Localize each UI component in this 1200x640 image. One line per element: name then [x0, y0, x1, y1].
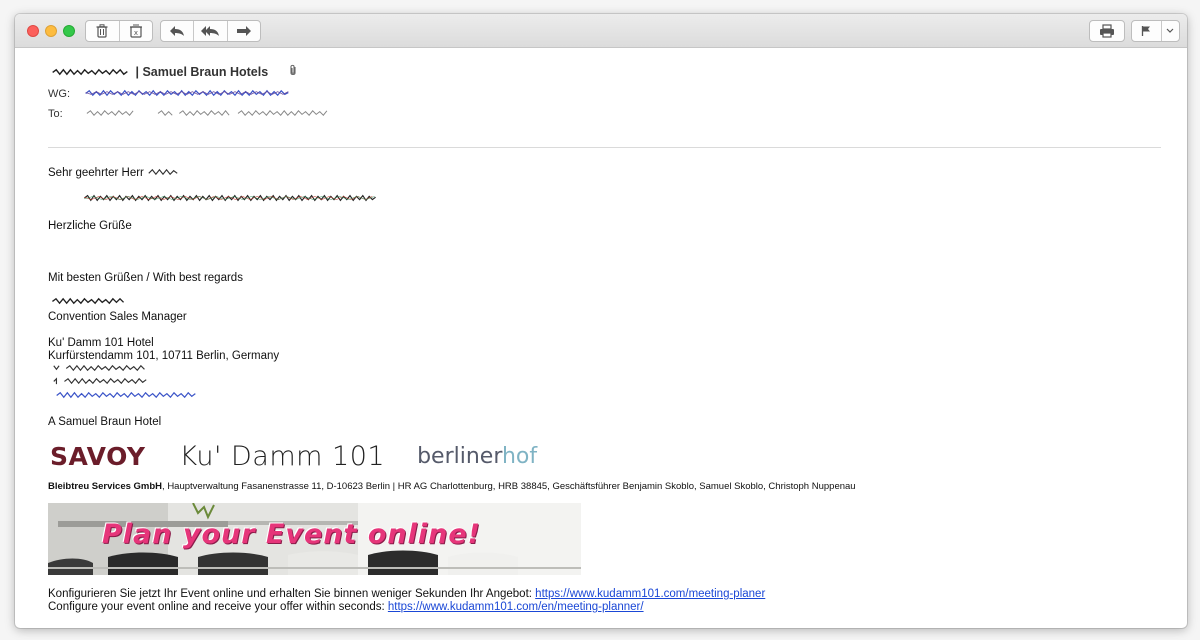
trash-icon [96, 24, 108, 38]
reply-button[interactable] [161, 21, 193, 41]
to-line: To: [48, 108, 346, 120]
print-icon [1100, 24, 1114, 38]
paperclip-icon[interactable] [288, 64, 298, 77]
reply-icon [170, 26, 185, 36]
legal-details: , Hauptverwaltung Fasanenstrasse 11, D-1… [162, 481, 856, 492]
meeting-planer-link[interactable]: https://www.kudamm101.com/meeting-planer [535, 588, 765, 600]
toolbar: x [15, 14, 1187, 48]
delete-junk-group: x [85, 20, 153, 42]
to-label: To: [48, 108, 63, 120]
wg-label: WG: [48, 88, 70, 100]
redacted-message [84, 194, 376, 202]
berlinerhof-logo-part1: berliner [417, 443, 502, 469]
minimize-window-button[interactable] [45, 25, 57, 37]
forward-icon [236, 26, 251, 36]
redacted-sender [52, 68, 128, 76]
redacted-fax [53, 377, 147, 385]
svg-text:x: x [134, 29, 138, 37]
banner-headline: Plan your Event online! [102, 519, 481, 550]
wg-line: WG: [48, 88, 301, 100]
reply-all-icon [201, 26, 220, 36]
redacted-name [148, 168, 178, 176]
legal-footer: Bleibtreu Services GmbH, Hauptverwaltung… [48, 481, 856, 492]
signoff-text: Mit besten Grüßen / With best regards [48, 272, 243, 284]
greeting-text: Sehr geehrter Herr [48, 167, 144, 179]
redacted-phone-line [48, 363, 152, 376]
hotel-address: Kurfürstendamm 101, 10711 Berlin, German… [48, 350, 280, 362]
redacted-phone [53, 364, 145, 372]
hotel-logos: SAVOY Ku' Damm 101 berlinerhof [50, 440, 537, 472]
redacted-fax-line [48, 376, 152, 389]
redacted-signature-name [52, 297, 125, 305]
flag-group [1131, 20, 1180, 42]
redacted-message-line [48, 193, 412, 206]
redacted-wg-recipients[interactable] [73, 89, 301, 97]
subject-line: | Samuel Braun Hotels [48, 65, 268, 79]
event-banner[interactable]: Plan your Event online! [48, 503, 581, 575]
mail-window: x | Samuel Braun Hotels WG: To: Sehr gee… [15, 14, 1187, 628]
regards-text: Herzliche Grüße [48, 220, 132, 232]
redacted-signature-name-line [48, 296, 128, 309]
cta-en-line: Configure your event online and receive … [48, 601, 644, 614]
redacted-email-line [48, 390, 204, 403]
berlinerhof-logo-part2: hof [501, 443, 538, 469]
junk-button[interactable]: x [120, 21, 153, 41]
flag-icon [1142, 26, 1151, 36]
header-divider [48, 147, 1161, 148]
redacted-email[interactable] [48, 391, 204, 399]
zoom-window-button[interactable] [63, 25, 75, 37]
kudamm-logo[interactable]: Ku' Damm 101 [180, 441, 386, 472]
print-button[interactable] [1089, 20, 1125, 42]
redacted-to-recipients[interactable] [66, 109, 346, 117]
berlinerhof-logo[interactable]: berlinerhof [417, 444, 537, 469]
close-window-button[interactable] [27, 25, 39, 37]
brand-line: A Samuel Braun Hotel [48, 416, 162, 428]
meeting-planner-en-link[interactable]: https://www.kudamm101.com/en/meeting-pla… [388, 601, 644, 613]
hotel-name: Ku' Damm 101 Hotel [48, 337, 154, 349]
greeting-line: Sehr geehrter Herr [48, 167, 179, 180]
chevron-down-icon [1166, 28, 1174, 33]
flag-button[interactable] [1132, 21, 1161, 41]
flag-menu-button[interactable] [1162, 21, 1179, 41]
cta-de-text: Konfigurieren Sie jetzt Ihr Event online… [48, 588, 536, 600]
forward-button[interactable] [228, 21, 260, 41]
reply-all-button[interactable] [194, 21, 226, 41]
reply-group [160, 20, 261, 42]
job-title: Convention Sales Manager [48, 311, 187, 323]
subject-text: | Samuel Braun Hotels [135, 65, 269, 79]
cta-de-line: Konfigurieren Sie jetzt Ihr Event online… [48, 588, 765, 601]
junk-icon: x [129, 24, 142, 38]
legal-company: Bleibtreu Services GmbH [48, 481, 163, 492]
cta-en-text: Configure your event online and receive … [48, 601, 388, 613]
delete-button[interactable] [86, 21, 119, 41]
savoy-logo[interactable]: SAVOY [50, 442, 146, 471]
